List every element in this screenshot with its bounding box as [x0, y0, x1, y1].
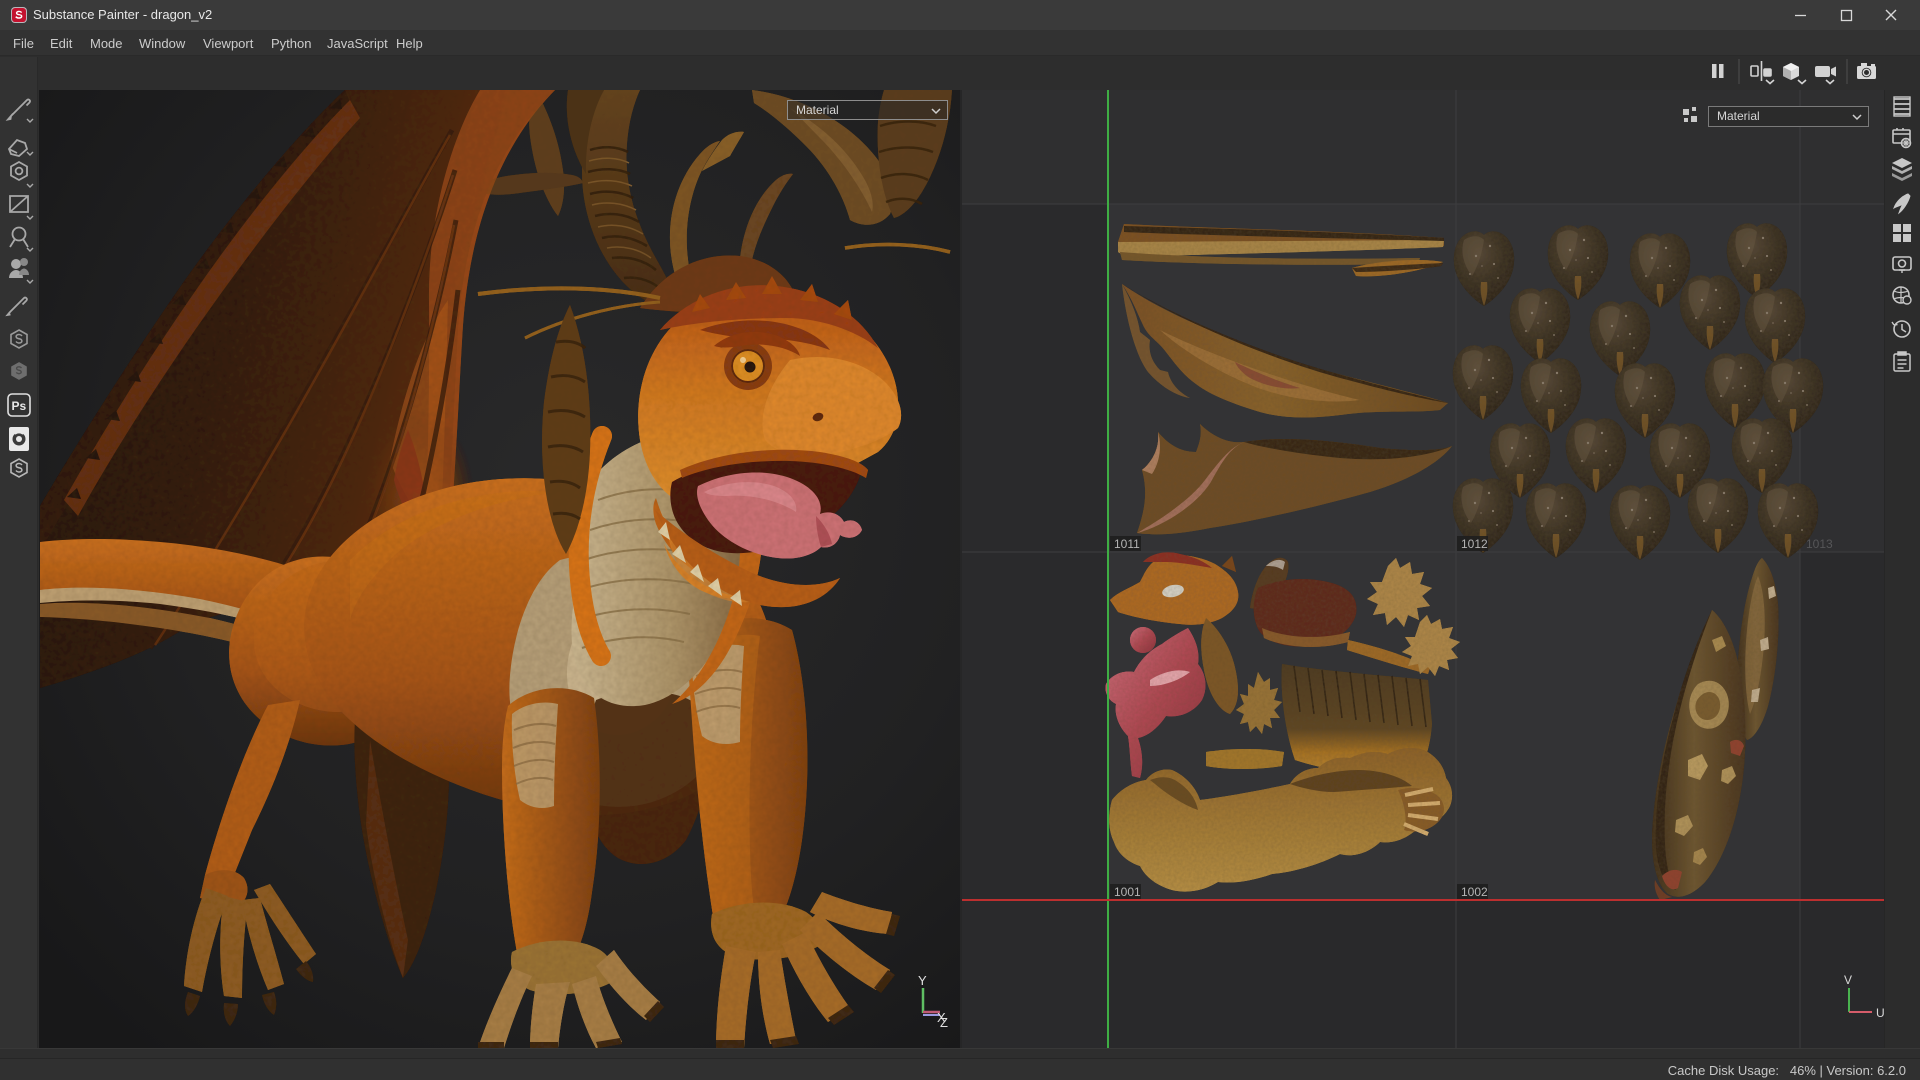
- svg-text:1013: 1013: [1806, 537, 1833, 551]
- svg-text:U: U: [1876, 1006, 1884, 1020]
- svg-text:Ps: Ps: [12, 399, 27, 413]
- svg-text:1011: 1011: [1114, 537, 1140, 551]
- svg-text:1001: 1001: [1114, 885, 1141, 899]
- svg-text:1002: 1002: [1461, 885, 1488, 899]
- svg-text:V: V: [1844, 973, 1852, 987]
- svg-text:Z: Z: [940, 1015, 948, 1030]
- svg-text:1012: 1012: [1461, 537, 1488, 551]
- svg-text:Y: Y: [918, 973, 927, 988]
